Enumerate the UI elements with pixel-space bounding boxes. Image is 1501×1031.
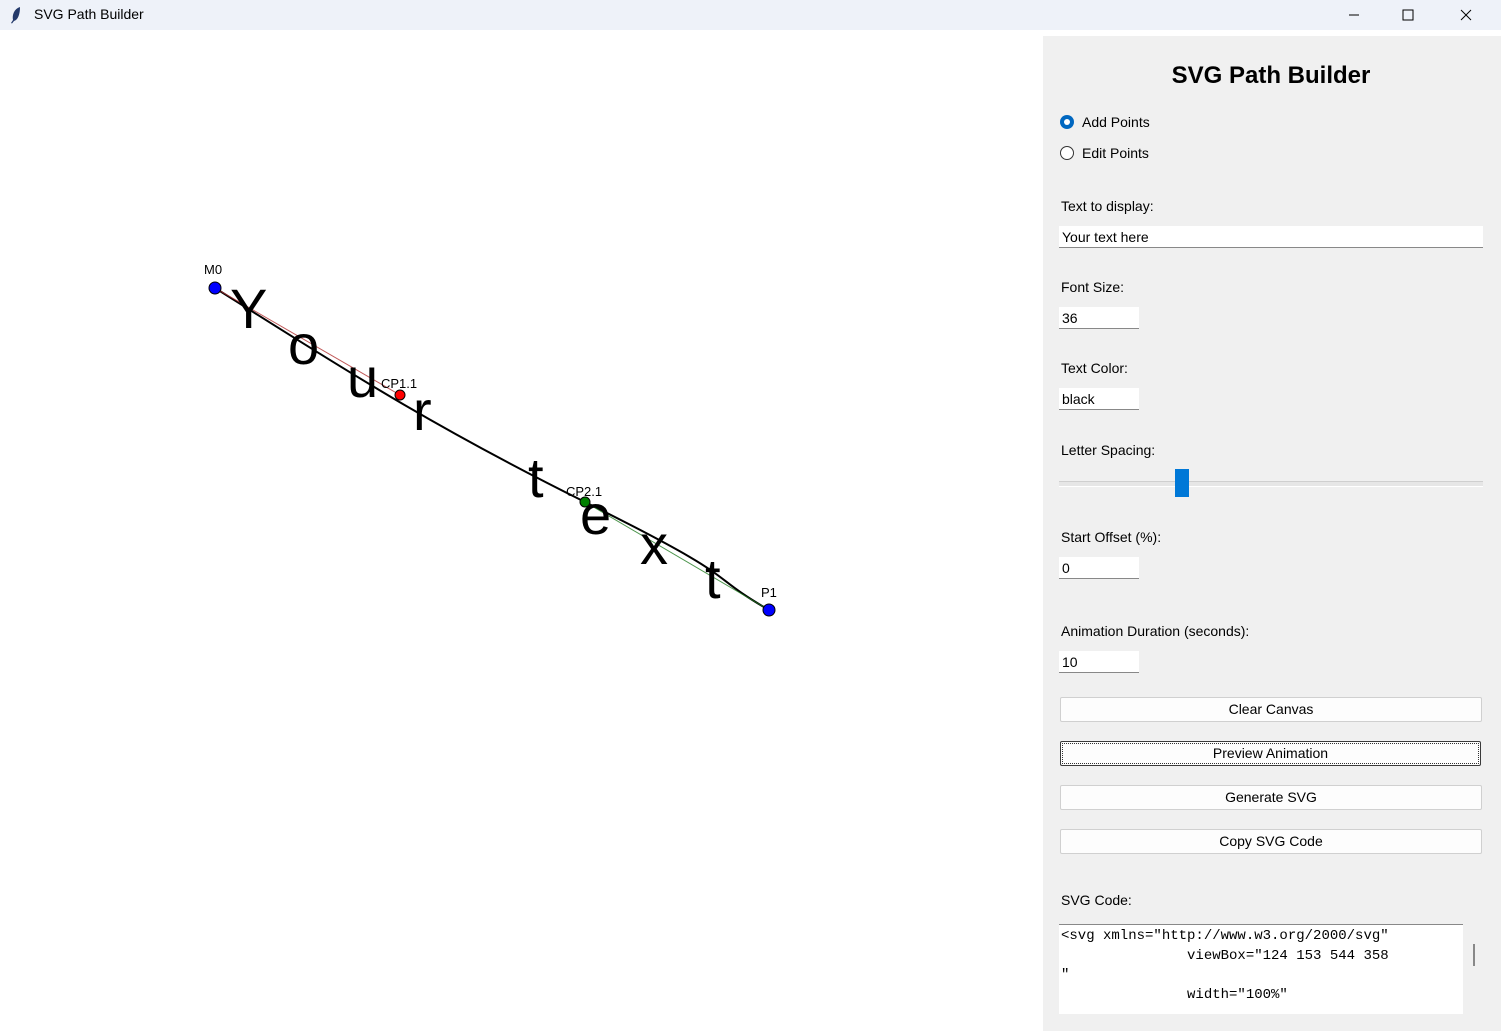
point-cp1[interactable] [394, 389, 406, 401]
radio-edit-points[interactable]: Edit Points [1060, 145, 1149, 161]
close-icon [1460, 9, 1472, 21]
letter-spacing-label: Letter Spacing: [1061, 442, 1156, 458]
letter-spacing-slider-thumb[interactable] [1175, 469, 1189, 497]
glyph-Y: Y [230, 277, 267, 340]
feather-icon [11, 7, 20, 24]
title-bar: SVG Path Builder [0, 0, 1501, 30]
text-color-label: Text Color: [1061, 360, 1128, 376]
animation-duration-input[interactable]: 10 [1059, 651, 1139, 673]
close-button[interactable] [1443, 0, 1489, 30]
control-panel: SVG Path Builder Add Points Edit Points … [1043, 36, 1501, 1031]
font-size-input[interactable]: 36 [1059, 307, 1139, 329]
preview-animation-button[interactable]: Preview Animation [1060, 741, 1481, 766]
svg-code-label: SVG Code: [1061, 892, 1132, 908]
minimize-button[interactable] [1331, 0, 1377, 30]
font-size-label: Font Size: [1061, 279, 1125, 295]
point-label-m0: M0 [204, 262, 222, 277]
letter-spacing-slider[interactable] [1059, 481, 1483, 487]
animation-duration-label: Animation Duration (seconds): [1061, 623, 1250, 639]
radio-checked-icon [1060, 115, 1074, 129]
start-offset-label: Start Offset (%): [1061, 529, 1162, 545]
generate-svg-button[interactable]: Generate SVG [1060, 785, 1482, 810]
clear-canvas-button[interactable]: Clear Canvas [1060, 697, 1482, 722]
radio-edit-points-label: Edit Points [1082, 145, 1149, 161]
glyph-x: x [640, 513, 668, 576]
point-cp2[interactable] [579, 496, 591, 508]
radio-unchecked-icon [1060, 146, 1074, 160]
maximize-button[interactable] [1385, 0, 1431, 30]
maximize-icon [1402, 9, 1414, 21]
glyph-t-2: t [705, 547, 721, 610]
point-label-cp1: CP1.1 [381, 376, 417, 391]
panel-title: SVG Path Builder [1171, 62, 1371, 89]
point-p1[interactable] [762, 603, 776, 617]
text-path-green-overlay [584, 501, 770, 611]
glyph-u: u [347, 346, 378, 409]
point-label-p1: P1 [761, 585, 777, 600]
text-display-label: Text to display: [1061, 198, 1154, 214]
text-display-input[interactable]: Your text here [1059, 226, 1483, 248]
svg-code-scrollbar[interactable] [1473, 944, 1475, 966]
radio-add-points[interactable]: Add Points [1060, 114, 1150, 130]
radio-add-points-label: Add Points [1082, 114, 1150, 130]
drawing-canvas[interactable]: Y o u r t e x t M0 CP1.1 CP2.1 P1 [0, 30, 1043, 1031]
minimize-icon [1349, 14, 1359, 16]
point-m0[interactable] [208, 281, 222, 295]
copy-svg-code-button[interactable]: Copy SVG Code [1060, 829, 1482, 854]
glyph-o: o [288, 313, 319, 376]
svg-code-textarea[interactable]: <svg xmlns="http://www.w3.org/2000/svg" … [1059, 924, 1463, 1014]
text-color-input[interactable]: black [1059, 388, 1139, 410]
start-offset-input[interactable]: 0 [1059, 557, 1139, 579]
window-title: SVG Path Builder [34, 6, 144, 22]
canvas-svg[interactable]: Y o u r t e x t M0 CP1.1 CP2.1 P1 [0, 30, 1043, 1031]
glyph-t: t [528, 446, 544, 509]
